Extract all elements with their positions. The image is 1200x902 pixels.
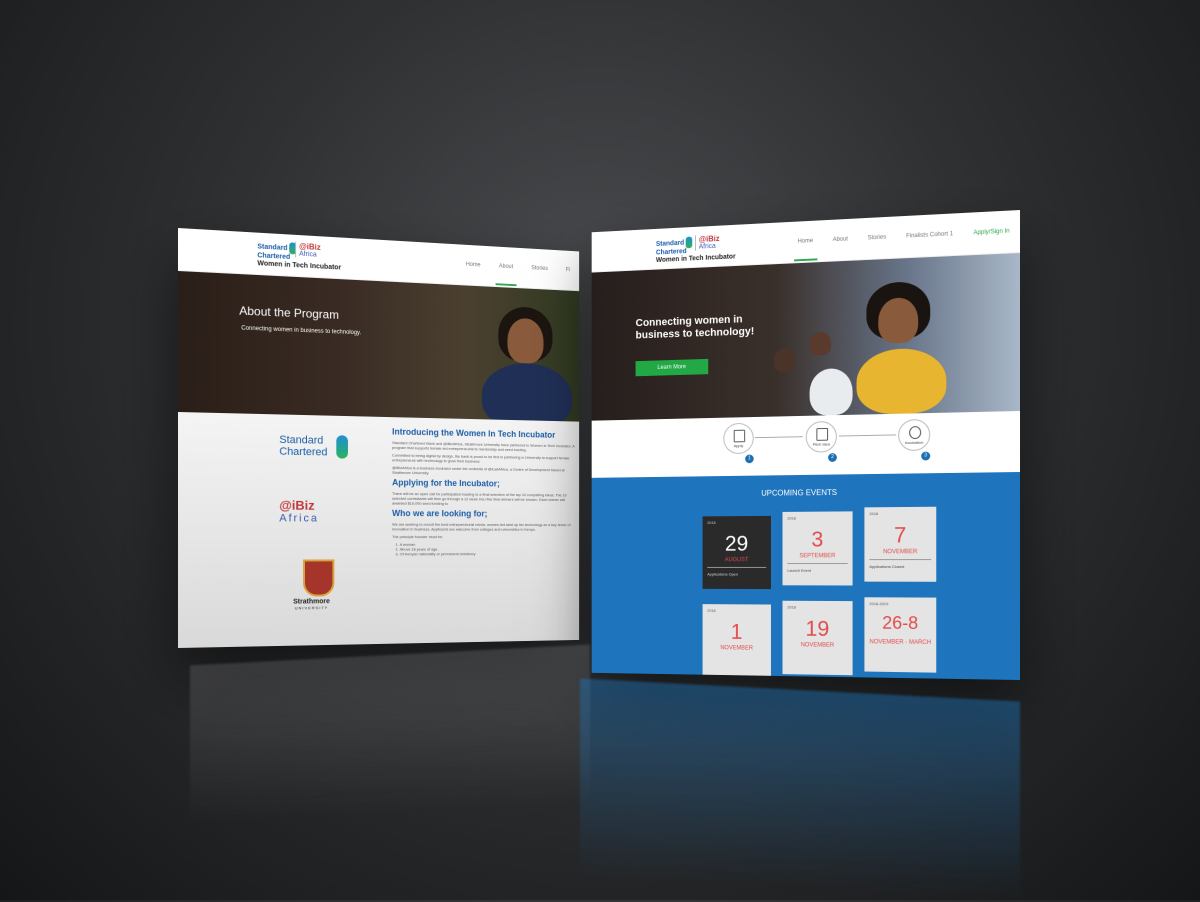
ibiz-africa-logo-large: @iBiz Africa [279,497,319,525]
paragraph: @iBizAfrica is a business incubator unde… [392,465,565,476]
nav-links: Home About Stories Fi [457,244,580,290]
nav-apply-sign-in[interactable]: Apply/Sign In [973,229,1009,237]
nav-about[interactable]: About [833,236,848,243]
list-item: Of Kenyan nationality or permanent resid… [400,551,576,556]
events-heading: UPCOMING EVENTS [761,488,837,498]
paragraph: Committed to being digital by design, th… [392,452,570,464]
paragraph: Standard Chartered Bank and @iBizAfrica,… [392,440,575,453]
hero-photo-monitor [809,367,853,416]
nav-finalists-cohort[interactable]: Finalists Cohort 1 [906,231,953,239]
about-content: Standard Chartered @iBiz Africa Strathmore… [178,412,580,648]
step-number-badge: 3 [921,451,931,461]
right-page-reflection [580,678,1020,902]
left-page-reflection [190,644,590,826]
hero-subtitle: Connecting women in business to technolo… [241,325,362,337]
sc-stripe-icon [686,236,693,249]
event-card[interactable]: 2018-2019 26-8 NOVEMBER - MARCH [864,597,937,673]
mockup-scene: Standard Chartered @iBiz Africa Women in … [0,0,1200,902]
event-card[interactable]: 2018 3 SEPTEMBER Launch Event [782,511,853,586]
strathmore-crest-icon [303,559,335,597]
about-hero: About the Program Connecting women in bu… [178,271,580,430]
ibiz-africa-logo[interactable]: @iBiz Africa [299,242,321,260]
paragraph: We are seeking to recruit the best entre… [392,521,571,532]
about-page-mockup: Standard Chartered @iBiz Africa Women in … [178,228,580,648]
nav-home[interactable]: Home [798,238,814,245]
home-page-mockup: Standard Chartered @iBiz Africa Women in … [591,210,1020,680]
hero-photo-face [878,297,919,344]
event-card[interactable]: 2018 7 NOVEMBER Applications Closed [864,506,937,582]
criteria-list: A woman Above 18 years of age. Of Kenyan… [392,542,575,556]
nav-stories[interactable]: Stories [868,235,887,242]
event-card[interactable]: 2018 1 NOVEMBER [702,604,771,678]
hero-photo-face [507,317,544,364]
hero-photo-background-person [773,348,796,373]
process-steps: Apply 1 Pitch Idea 2 Incubation 3 [591,411,1020,479]
step-number-badge: 1 [745,454,754,464]
step-incubation[interactable]: Incubation 3 [898,418,931,461]
home-hero: Connecting women in business to technolo… [591,253,1020,421]
section-heading-looking-for: Who we are looking for; [392,508,488,519]
program-description: Introducing the Women In Tech Incubator … [392,427,575,557]
hero-photo-background-person [809,331,832,356]
event-card[interactable]: 2018 29 AUGUST Applications Open [702,515,771,590]
hero-title: Connecting women in business to technolo… [635,313,755,342]
hero-title: About the Program [239,303,339,322]
growth-icon [909,426,922,440]
step-number-badge: 2 [828,453,837,462]
step-pitch-idea[interactable]: Pitch Idea 2 [805,420,837,462]
document-icon [733,429,746,443]
step-apply[interactable]: Apply 1 [723,422,754,464]
hero-photo-shirt [856,347,947,415]
standard-chartered-logo-large: Standard Chartered [279,434,348,459]
paragraph: The principle founder must be: [392,534,444,540]
site-tagline: Women in Tech Incubator [257,260,342,272]
presentation-icon [816,427,829,441]
nav-about[interactable]: About [499,264,513,270]
standard-chartered-logo[interactable]: Standard Chartered [257,241,297,263]
ibiz-africa-logo[interactable]: @iBiz Africa [699,234,720,251]
standard-chartered-logo[interactable]: Standard Chartered [656,236,693,258]
learn-more-button[interactable]: Learn More [635,358,709,377]
paragraph: There will be an open call for participa… [392,491,567,506]
strathmore-logo: Strathmore UNIVERSITY [293,598,330,611]
nav-stories[interactable]: Stories [531,265,548,272]
nav-finalists[interactable]: Fi [566,267,570,273]
nav-home[interactable]: Home [466,262,481,268]
upcoming-events-section: UPCOMING EVENTS 2018 29 AUGUST Applicati… [591,472,1020,680]
event-card[interactable]: 2018 19 NOVEMBER [782,600,853,676]
sc-stripe-icon [336,435,348,459]
section-heading-applying: Applying for the Incubator; [392,477,500,489]
section-heading-intro: Introducing the Women In Tech Incubator [392,426,556,440]
